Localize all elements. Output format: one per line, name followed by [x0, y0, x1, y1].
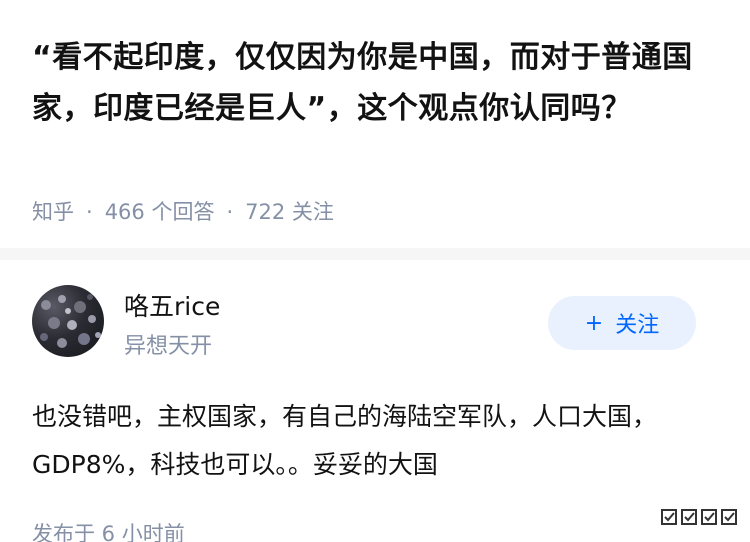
source-label[interactable]: 知乎: [32, 200, 74, 224]
answer-card: 咯五rice 异想天开 + 关注 也没错吧，主权国家，有自己的海陆空军队，人口大…: [0, 260, 750, 542]
answer-count[interactable]: 466 个回答: [105, 200, 215, 224]
section-divider: [0, 248, 750, 260]
avatar[interactable]: [32, 285, 104, 357]
author-headline: 异想天开: [124, 334, 213, 359]
question-title[interactable]: “看不起印度，仅仅因为你是中国，而对于普通国家，印度已经是巨人”，这个观点你认同…: [32, 32, 720, 134]
author-name[interactable]: 咯五rice: [124, 287, 220, 323]
question-meta: 知乎 · 466 个回答 · 722 关注: [32, 196, 334, 226]
plus-icon: +: [584, 310, 604, 336]
follower-count: 722 关注: [245, 200, 334, 224]
watermark-icon: [661, 509, 737, 525]
zhihu-answer-screenshot: “看不起印度，仅仅因为你是中国，而对于普通国家，印度已经是巨人”，这个观点你认同…: [0, 0, 750, 542]
answer-content[interactable]: 也没错吧，主权国家，有自己的海陆空军队，人口大国，GDP8%，科技也可以。。妥妥…: [32, 393, 722, 489]
avatar-image-icon: [40, 294, 101, 348]
answer-time: 发布于 6 小时前: [32, 522, 185, 542]
question-header: “看不起印度，仅仅因为你是中国，而对于普通国家，印度已经是巨人”，这个观点你认同…: [0, 0, 750, 248]
separator-dot: ·: [86, 200, 93, 224]
separator-dot: ·: [226, 200, 234, 224]
follow-button[interactable]: + 关注: [548, 296, 696, 350]
follow-label: 关注: [615, 313, 660, 338]
